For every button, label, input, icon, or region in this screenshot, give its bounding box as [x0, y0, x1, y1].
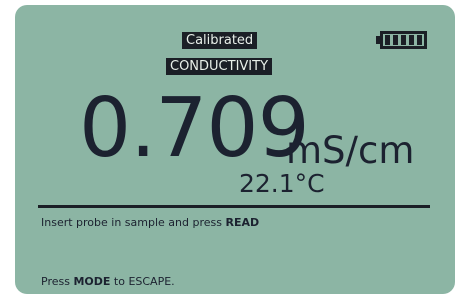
- battery-bar: [385, 35, 390, 45]
- temperature-reading: 22.1°C: [239, 169, 325, 198]
- calibrated-badge: Calibrated: [182, 32, 258, 49]
- divider: [38, 205, 430, 208]
- mode-badge: CONDUCTIVITY: [166, 58, 273, 75]
- instruction-message: Insert probe in sample and press READ: [41, 215, 259, 230]
- conductivity-unit: mS/cm: [286, 129, 415, 172]
- escape-text-prefix: Press: [41, 275, 74, 288]
- battery-bar: [417, 35, 422, 45]
- instruction-text: Insert probe in sample and press: [41, 216, 226, 229]
- escape-text-suffix: to ESCAPE.: [110, 275, 175, 288]
- read-key-label: READ: [225, 216, 260, 229]
- battery-bar: [401, 35, 406, 45]
- battery-full-icon: [376, 31, 427, 49]
- escape-message: Press MODE to ESCAPE.: [41, 274, 175, 289]
- conductivity-reading: 0.709: [79, 81, 310, 176]
- battery-bar: [409, 35, 414, 45]
- battery-bar: [393, 35, 398, 45]
- mode-key-label: MODE: [73, 275, 111, 288]
- lcd-screen: Calibrated CONDUCTIVITY 0.709 mS/cm 22.1…: [15, 5, 455, 294]
